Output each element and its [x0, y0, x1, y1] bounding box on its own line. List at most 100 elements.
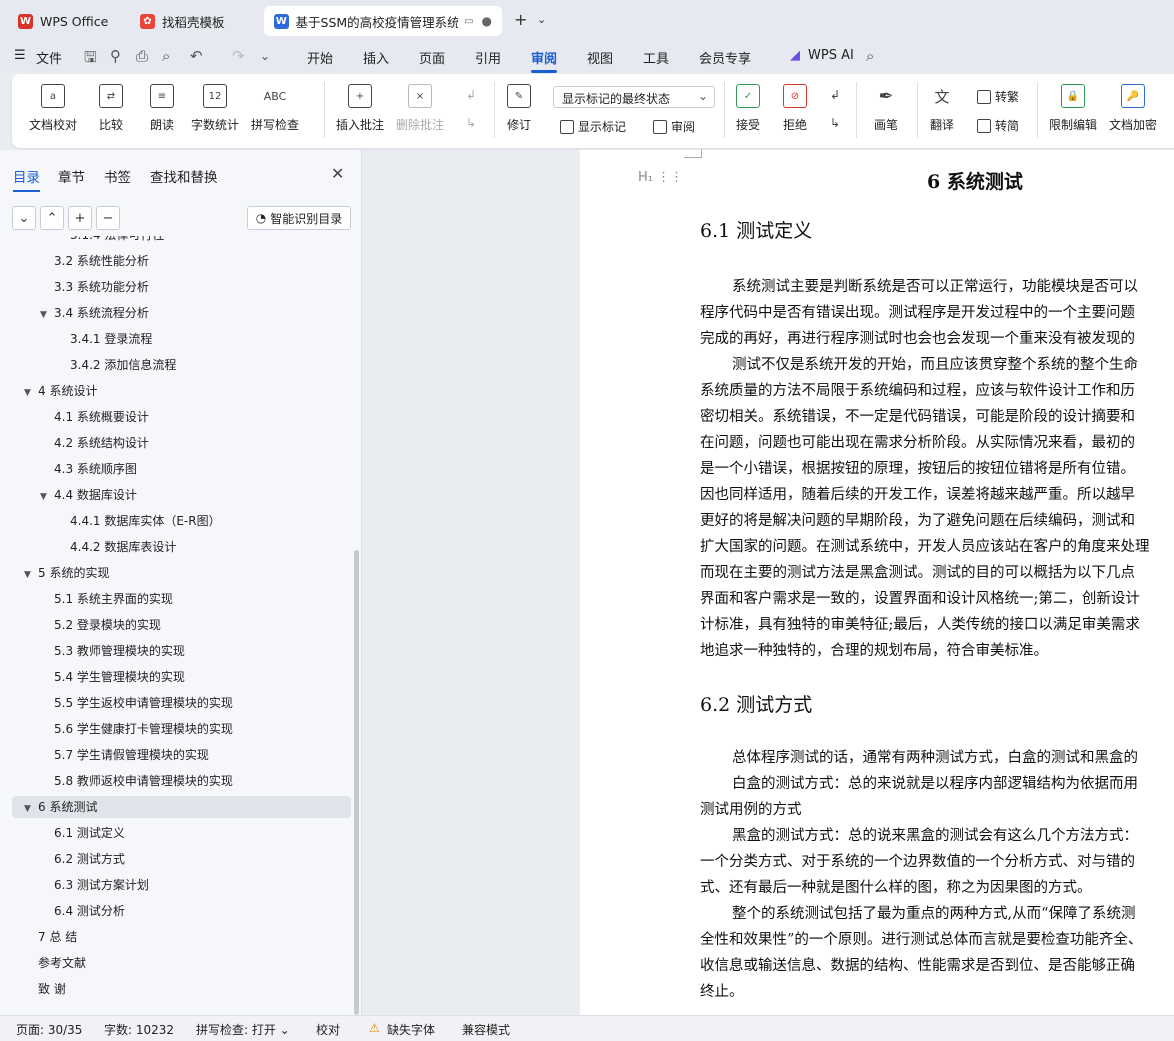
toc-item[interactable]: 6.4 测试分析 [0, 900, 125, 922]
menu-file[interactable]: 文件 [36, 48, 62, 67]
compat-mode-status[interactable]: 兼容模式 [462, 1021, 510, 1038]
menu-insert[interactable]: 插入 [363, 48, 389, 67]
expand-arrow-icon[interactable]: ▼ [40, 304, 54, 326]
nav-tab-find-replace[interactable]: 查找和替换 [150, 166, 218, 186]
prev-comment-icon[interactable]: ↲ [466, 88, 476, 102]
proofread-status[interactable]: 校对 [316, 1021, 340, 1038]
toc-item[interactable]: ▼ 5 系统的实现 [0, 562, 109, 584]
drag-handle-icon[interactable]: ⋮⋮ [657, 170, 683, 185]
toc-item[interactable]: 5.8 教师返校申请管理模块的实现 [0, 770, 233, 792]
toc-item[interactable]: 致 谢 [0, 978, 66, 1000]
add-heading-button[interactable]: + [68, 206, 92, 230]
new-tab-plus-icon[interactable]: + [514, 10, 527, 29]
toc-item[interactable]: ▼ 6 系统测试 [12, 796, 351, 818]
toc-item[interactable]: 5.2 登录模块的实现 [0, 614, 161, 636]
reject-button[interactable]: ⊘ 拒绝 [783, 84, 807, 133]
toc-item[interactable]: 4.4.2 数据库表设计 [0, 536, 176, 558]
menu-tools[interactable]: 工具 [643, 48, 669, 67]
menu-references[interactable]: 引用 [475, 48, 501, 67]
word-count-indicator[interactable]: 字数: 10232 [104, 1021, 174, 1038]
accept-button[interactable]: ✓ 接受 [736, 84, 760, 133]
toc-item[interactable]: 4.4.1 数据库实体（E-R图） [0, 510, 221, 532]
expand-arrow-icon[interactable]: ▼ [40, 486, 54, 508]
insert-comment-button[interactable]: + 插入批注 [336, 84, 384, 133]
menu-member[interactable]: 会员专享 [699, 48, 751, 67]
spell-check-status[interactable]: 拼写检查: 打开 ⌄ [196, 1021, 290, 1038]
collapse-up-button[interactable]: ⌃ [40, 206, 64, 230]
toc-item[interactable]: 6.3 测试方案计划 [0, 874, 149, 896]
review-pane-button[interactable]: 审阅 [653, 118, 695, 135]
expand-arrow-icon[interactable]: ▼ [24, 382, 38, 404]
tab-list-chevron-icon[interactable]: ⌄ [537, 13, 546, 26]
expand-down-button[interactable]: ⌄ [12, 206, 36, 230]
expand-arrow-icon[interactable]: ▼ [24, 798, 38, 820]
display-state-select[interactable]: 显示标记的最终状态 ⌄ [553, 86, 715, 108]
toc-item[interactable]: 3.3 系统功能分析 [0, 276, 149, 298]
unsaved-dot-icon[interactable]: ● [482, 14, 492, 28]
menu-review[interactable]: 审阅 [531, 48, 558, 73]
missing-font-status[interactable]: 缺失字体 [387, 1021, 435, 1038]
delete-comment-button[interactable]: × 删除批注 [396, 84, 444, 133]
read-aloud-button[interactable]: ≡ 朗读 [150, 84, 174, 133]
toc-item[interactable]: 6.2 测试方式 [0, 848, 125, 870]
toc-item[interactable]: ▼ 3.4 系统流程分析 [0, 302, 149, 324]
toc-item[interactable]: 3.4.1 登录流程 [0, 328, 152, 350]
doc-check-button[interactable]: a 文档校对 [29, 84, 77, 133]
toc-item[interactable]: 5.4 学生管理模块的实现 [0, 666, 185, 688]
pen-button[interactable]: ✒ 画笔 [874, 84, 898, 133]
toc-item[interactable]: ▼ 4 系统设计 [0, 380, 97, 402]
search-icon[interactable]: ⌕ [866, 47, 874, 65]
compare-button[interactable]: ⇄ 比较 [99, 84, 123, 133]
next-change-icon[interactable]: ↳ [830, 116, 840, 130]
toc-item[interactable]: 3.2 系统性能分析 [0, 250, 149, 272]
toc-item[interactable]: 参考文献 [0, 952, 86, 974]
doc-encrypt-button[interactable]: 🔑 文档加密 [1109, 84, 1157, 133]
revise-button[interactable]: ✎ 修订 [507, 84, 531, 133]
document-page[interactable]: H₁ ⋮⋮ 6 系统测试 6.1 测试定义 系统测试主要是判断系统是否可以正常运… [580, 150, 1174, 1015]
expand-arrow-icon[interactable]: ▼ [24, 564, 38, 586]
print-preview-icon[interactable]: ⌕ [162, 47, 170, 65]
print-icon[interactable]: ⎙ [136, 47, 148, 65]
show-markup-button[interactable]: 显示标记 [560, 118, 626, 135]
toc-item[interactable]: 5.7 学生请假管理模块的实现 [0, 744, 209, 766]
smart-toc-button[interactable]: ◔ 智能识别目录 [247, 206, 351, 230]
toc-item[interactable]: 5.6 学生健康打卡管理模块的实现 [0, 718, 233, 740]
page-indicator[interactable]: 页面: 30/35 [16, 1021, 82, 1038]
undo-icon[interactable]: ↶ [190, 47, 203, 65]
nav-tab-toc[interactable]: 目录 [13, 166, 40, 192]
toc-item[interactable]: 4.2 系统结构设计 [0, 432, 149, 454]
toc-item[interactable]: 5.5 学生返校申请管理模块的实现 [0, 692, 233, 714]
nav-tab-chapters[interactable]: 章节 [58, 166, 85, 186]
toc-item[interactable]: 5.1 系统主界面的实现 [0, 588, 173, 610]
toc-item[interactable]: 3.4.2 添加信息流程 [0, 354, 176, 376]
tab-wps-office[interactable]: W WPS Office [8, 6, 124, 36]
close-icon[interactable]: ✕ [331, 164, 344, 183]
toc-item[interactable]: 3.1.4 法律可行性 [0, 236, 164, 246]
translate-button[interactable]: 文 翻译 [930, 84, 954, 133]
quick-access-chevron-icon[interactable]: ⌄ [260, 49, 270, 63]
tab-docer-templates[interactable]: ✿ 找稻壳模板 [130, 6, 260, 36]
save-icon[interactable]: 🖫 [84, 47, 97, 72]
prev-change-icon[interactable]: ↲ [830, 88, 840, 102]
tab-current-document[interactable]: W 基于SSM的高校疫情管理系统 ▭ ● [264, 6, 502, 36]
toc-item[interactable]: 5.3 教师管理模块的实现 [0, 640, 185, 662]
toc-item[interactable]: 7 总 结 [0, 926, 77, 948]
word-count-button[interactable]: 12 字数统计 [191, 84, 239, 133]
nav-scrollbar[interactable] [354, 550, 359, 1015]
menu-view[interactable]: 视图 [587, 48, 613, 67]
to-simplified-button[interactable]: 转简 [977, 117, 1019, 134]
link-icon[interactable]: ⚲ [110, 47, 121, 65]
spell-check-button[interactable]: ABC 拼写检查 [251, 84, 299, 133]
restrict-edit-button[interactable]: 🔒 限制编辑 [1049, 84, 1097, 133]
to-traditional-button[interactable]: 转繁 [977, 88, 1019, 105]
remove-heading-button[interactable]: − [96, 206, 120, 230]
menu-home[interactable]: 开始 [307, 48, 333, 67]
toc-item[interactable]: ▼ 4.4 数据库设计 [0, 484, 137, 506]
redo-icon[interactable]: ↷ [232, 47, 245, 65]
nav-tab-bookmarks[interactable]: 书签 [104, 166, 131, 186]
toc-item[interactable]: 4.3 系统顺序图 [0, 458, 137, 480]
hamburger-icon[interactable]: ☰ [14, 48, 26, 63]
toc-item[interactable]: 4.1 系统概要设计 [0, 406, 149, 428]
next-comment-icon[interactable]: ↳ [466, 116, 476, 130]
menu-wps-ai[interactable]: WPS AI [808, 48, 854, 63]
